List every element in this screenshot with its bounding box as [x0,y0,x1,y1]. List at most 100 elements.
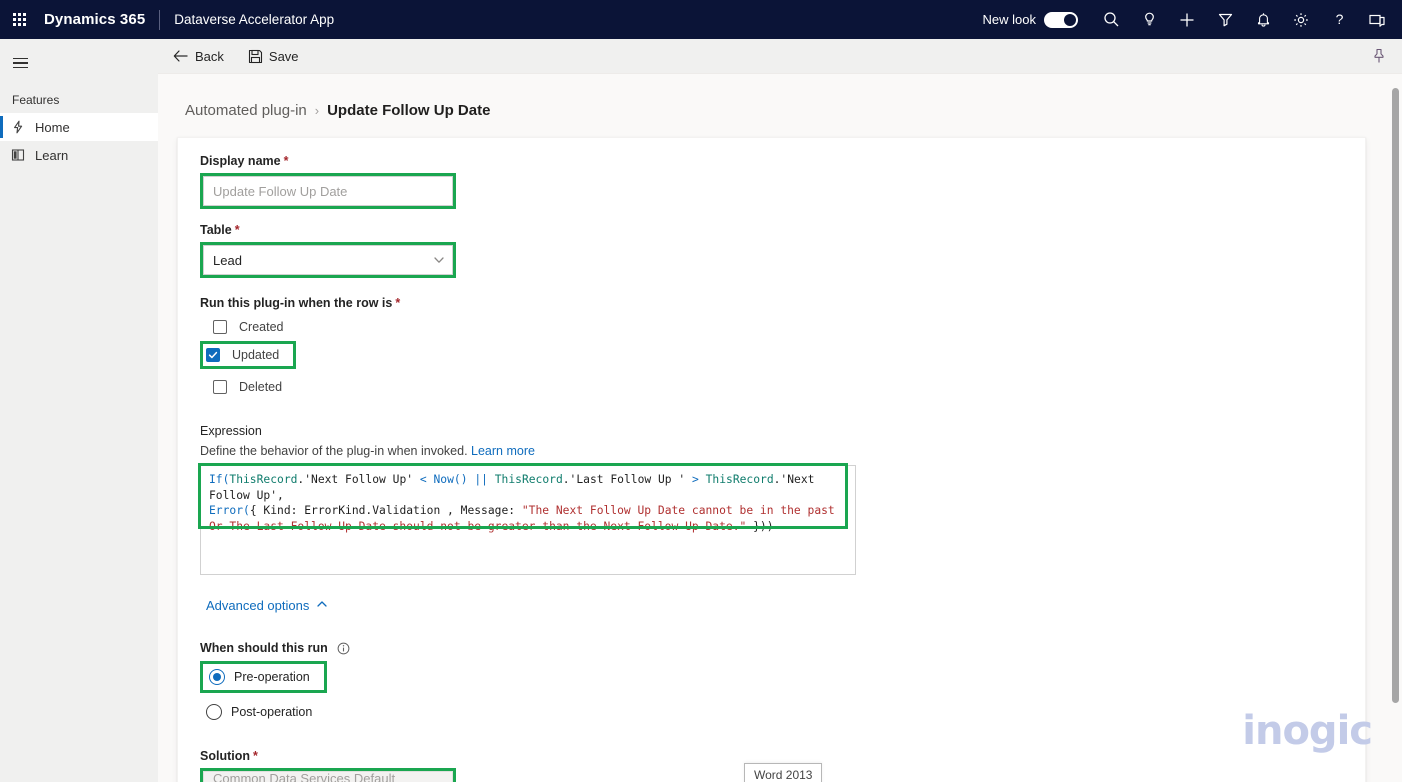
vertical-scrollbar[interactable] [1389,74,1402,782]
expression-section: Expression Define the behavior of the pl… [198,424,1365,575]
table-label: Table * [200,223,1365,237]
chevron-down-icon [432,253,446,267]
new-look-toggle[interactable] [1044,11,1078,28]
info-icon[interactable] [337,642,350,655]
save-button[interactable]: Save [239,40,308,72]
hamburger-icon[interactable] [0,45,40,81]
checkbox-label: Deleted [239,380,283,394]
table-dropdown-value: Lead [213,252,242,268]
checkbox-label: Created [239,320,284,334]
filter-icon[interactable] [1206,0,1244,39]
word-taskbar-tooltip[interactable]: Word 2013 [744,763,823,782]
new-look-label: New look [982,12,1036,27]
checkbox-row-updated[interactable]: Updated [203,344,293,366]
trigger-options: Created Updated Deleted [200,316,1365,398]
toggle-knob [1064,13,1076,26]
main-content: Automated plug-in › Update Follow Up Dat… [158,74,1402,782]
required-marker: * [283,154,289,168]
header-actions: New look ? [983,0,1402,39]
checkbox-updated[interactable] [206,348,220,362]
svg-text:?: ? [1335,11,1343,27]
pin-icon[interactable] [1372,48,1386,64]
solution-dropdown[interactable]: Common Data Services Default Solution [203,771,453,782]
lightning-bolt-icon [8,120,28,134]
updated-highlight: Updated [200,341,297,369]
radio-post-operation[interactable] [206,704,222,720]
app-name[interactable]: Dataverse Accelerator App [174,12,334,27]
advanced-options-toggle[interactable]: Advanced options [206,597,1365,615]
lightbulb-icon[interactable] [1130,0,1168,39]
checkbox-row-created[interactable]: Created [213,316,1365,338]
checkbox-row-deleted[interactable]: Deleted [213,376,1365,398]
expression-text[interactable]: If(ThisRecord.'Next Follow Up' < Now() |… [201,466,855,540]
gear-icon[interactable] [1282,0,1320,39]
pre-operation-highlight: Pre-operation [200,661,327,693]
when-run-label: When should this run [200,641,1365,655]
sidebar-item-learn[interactable]: Learn [0,141,158,169]
left-sidebar: Features Home Learn [0,39,158,782]
sidebar-item-label: Home [35,119,70,135]
waffle-grid [12,13,26,26]
save-icon [248,49,263,64]
breadcrumb-separator: › [314,103,320,118]
expression-helper: Define the behavior of the plug-in when … [200,444,1365,458]
back-button-label: Back [195,48,224,64]
radio-pre-operation[interactable] [209,669,225,685]
plus-icon[interactable] [1168,0,1206,39]
question-icon[interactable]: ? [1320,0,1358,39]
sidebar-group-label: Features [12,93,60,107]
app-launcher-icon[interactable] [0,0,38,39]
display-name-input[interactable]: Update Follow Up Date [203,176,453,206]
expression-helper-text: Define the behavior of the plug-in when … [200,444,468,458]
breadcrumb-current: Update Follow Up Date [327,102,491,119]
trigger-label: Run this plug-in when the row is * [200,296,1365,310]
table-dropdown[interactable]: Lead [203,245,453,275]
advanced-options-link[interactable]: Advanced options [206,598,328,613]
trigger-label-text: Run this plug-in when the row is [200,296,393,310]
solution-label: Solution * [200,749,1365,763]
when-run-options: Pre-operation Post-operation [200,661,1365,725]
radio-label: Pre-operation [234,670,310,684]
header-divider [159,9,161,30]
radio-row-pre-operation[interactable]: Pre-operation [203,664,324,690]
required-marker: * [234,223,240,237]
radio-label: Post-operation [231,705,313,719]
advanced-options-label: Advanced options [206,598,310,613]
book-icon [8,148,28,162]
display-name-highlight: Update Follow Up Date [200,173,456,209]
checkbox-deleted[interactable] [213,380,227,394]
display-name-label-text: Display name [200,154,281,168]
top-header-bar: Dynamics 365 Dataverse Accelerator App N… [0,0,1402,39]
display-name-label: Display name * [200,154,1365,168]
brand-title[interactable]: Dynamics 365 [44,11,145,28]
checkbox-label: Updated [232,348,280,362]
table-label-text: Table [200,223,232,237]
arrow-left-icon [173,49,189,63]
required-marker: * [253,749,258,763]
command-bar: Back Save [158,39,1402,74]
back-button[interactable]: Back [164,40,233,72]
breadcrumb: Automated plug-in › Update Follow Up Dat… [158,74,1402,119]
plugin-form-card: Display name * Update Follow Up Date Tab… [177,137,1366,782]
chevron-up-icon [316,598,328,613]
when-run-label-text: When should this run [200,641,328,655]
solution-dropdown-value: Common Data Services Default Solution [213,771,396,782]
sidebar-item-label: Learn [35,147,69,163]
sidebar-item-home[interactable]: Home [0,113,158,141]
expression-editor[interactable]: If(ThisRecord.'Next Follow Up' < Now() |… [198,463,856,575]
solution-highlight: Common Data Services Default Solution [200,768,456,782]
learn-more-link[interactable]: Learn more [471,444,535,458]
checkbox-created[interactable] [213,320,227,334]
breadcrumb-parent[interactable]: Automated plug-in [185,102,307,119]
save-button-label: Save [268,48,299,64]
expression-label: Expression [200,424,262,438]
scrollbar-thumb[interactable] [1392,88,1399,703]
bell-icon[interactable] [1244,0,1282,39]
search-icon[interactable] [1092,0,1130,39]
inogic-watermark: inogic [1242,708,1373,754]
solution-label-text: Solution [200,749,250,763]
radio-row-post-operation[interactable]: Post-operation [206,699,1365,725]
required-marker: * [395,296,401,310]
table-highlight: Lead [200,242,456,278]
feedback-icon[interactable] [1358,0,1396,39]
